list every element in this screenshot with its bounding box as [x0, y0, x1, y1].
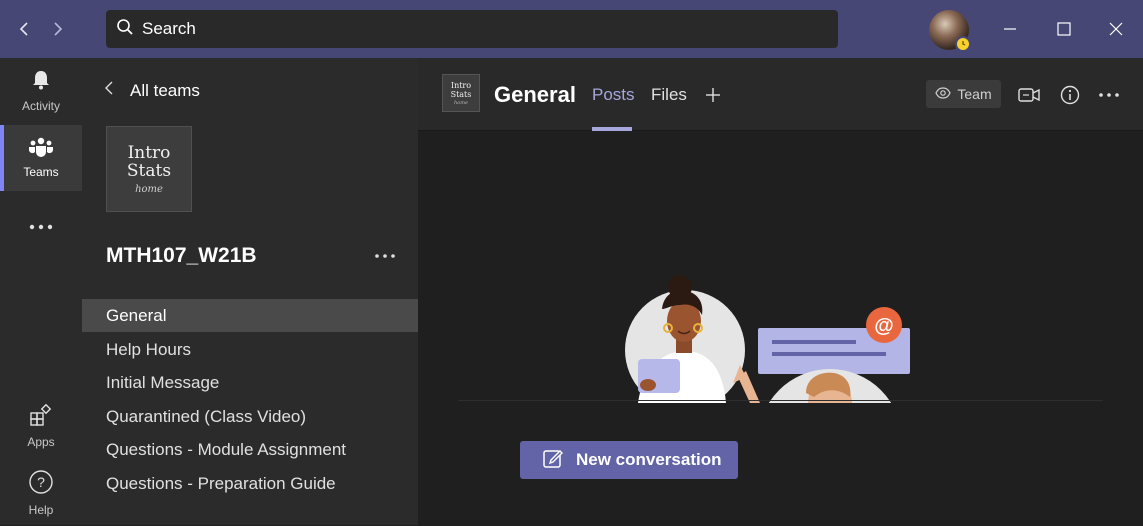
- forward-arrow-icon[interactable]: [47, 17, 69, 41]
- channel-initial-message[interactable]: Initial Message: [82, 366, 418, 399]
- team-more-options-icon[interactable]: [372, 246, 398, 266]
- rail-item-more[interactable]: [0, 193, 82, 259]
- svg-text:?: ?: [37, 474, 45, 490]
- title-bar: Search: [0, 0, 1143, 58]
- more-options-icon[interactable]: [1096, 82, 1122, 108]
- team-logo-line2: Stats: [126, 160, 172, 181]
- eye-icon: [935, 86, 952, 102]
- minimize-icon[interactable]: [995, 14, 1025, 44]
- team-logo-line1: Intro: [127, 142, 171, 163]
- main-content: Intro Stats home General Posts Files Tea…: [418, 58, 1143, 525]
- maximize-icon[interactable]: [1049, 14, 1079, 44]
- user-avatar[interactable]: [929, 10, 971, 52]
- rail-item-activity[interactable]: Activity: [0, 58, 82, 124]
- channel-header: Intro Stats home General Posts Files Tea…: [418, 58, 1143, 131]
- channel-quarantined[interactable]: Quarantined (Class Video): [82, 400, 418, 433]
- channel-questions-module[interactable]: Questions - Module Assignment: [82, 433, 418, 466]
- close-icon[interactable]: [1101, 14, 1131, 44]
- search-input[interactable]: Search: [106, 10, 838, 48]
- team-button-label: Team: [957, 86, 992, 102]
- rail-label-activity: Activity: [21, 99, 60, 113]
- channel-general[interactable]: General: [82, 299, 418, 332]
- rail-item-teams[interactable]: Teams: [0, 125, 82, 191]
- team-logo: Intro Stats home: [106, 126, 192, 212]
- rail-item-apps[interactable]: Apps: [0, 393, 82, 459]
- tab-files[interactable]: Files: [651, 85, 687, 105]
- team-panel: All teams Intro Stats home MTH107_W21B G…: [82, 58, 418, 525]
- search-icon: [116, 18, 134, 41]
- apps-icon: [29, 403, 53, 432]
- channel-help-hours[interactable]: Help Hours: [82, 333, 418, 366]
- rail-item-help[interactable]: ? Help: [0, 460, 82, 526]
- channel-logo-line1: Intro: [450, 80, 472, 90]
- tab-active-indicator: [592, 127, 632, 131]
- channel-questions-prep[interactable]: Questions - Preparation Guide: [82, 467, 418, 500]
- team-logo-line3: home: [135, 183, 163, 195]
- channel-logo: Intro Stats home: [442, 74, 480, 112]
- rail-label-apps: Apps: [27, 435, 55, 449]
- all-teams-label: All teams: [130, 80, 200, 100]
- add-tab-icon[interactable]: [702, 84, 724, 106]
- chevron-left-icon: [104, 80, 114, 101]
- new-conversation-label: New conversation: [576, 450, 722, 469]
- new-conversation-button[interactable]: New conversation: [520, 441, 738, 479]
- all-teams-link[interactable]: All teams: [104, 80, 200, 101]
- search-placeholder: Search: [142, 19, 196, 38]
- away-status-icon: [955, 36, 971, 52]
- channel-logo-line3: home: [454, 99, 468, 106]
- svg-text:@: @: [874, 315, 894, 337]
- team-name: MTH107_W21B: [106, 244, 257, 267]
- more-apps-icon: [29, 217, 53, 235]
- channel-title: General: [494, 82, 576, 107]
- rail-label-teams: Teams: [23, 165, 59, 179]
- compose-icon: [542, 447, 564, 474]
- channel-logo-line2: Stats: [450, 89, 472, 99]
- tab-posts[interactable]: Posts: [592, 85, 635, 105]
- info-icon[interactable]: [1057, 82, 1083, 108]
- bell-icon: [30, 69, 52, 96]
- content-divider: [458, 400, 1103, 401]
- back-arrow-icon[interactable]: [13, 17, 35, 41]
- rail-label-help: Help: [28, 503, 54, 517]
- help-icon: ?: [28, 469, 54, 500]
- meet-video-icon[interactable]: [1016, 82, 1042, 108]
- app-rail: Activity Teams Apps ? Help: [0, 58, 82, 525]
- teams-icon: [28, 137, 54, 162]
- team-visibility-button[interactable]: Team: [926, 80, 1001, 108]
- welcome-illustration: @: [618, 273, 918, 403]
